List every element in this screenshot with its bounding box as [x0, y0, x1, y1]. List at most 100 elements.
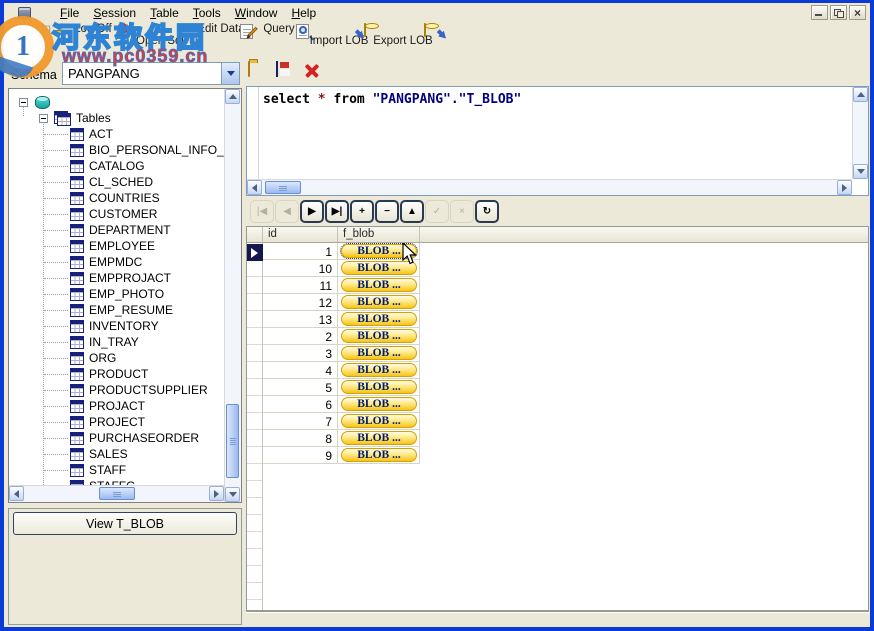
tree-item[interactable]: INVENTORY: [44, 318, 159, 334]
tree-item[interactable]: PRODUCT: [44, 366, 148, 382]
import-lob-button[interactable]: Import LOB: [308, 22, 370, 59]
tree-item[interactable]: IN_TRAY: [44, 334, 139, 350]
blob-button[interactable]: BLOB ...: [341, 312, 417, 326]
nav-delete-button[interactable]: −: [375, 200, 399, 223]
tree-item[interactable]: STAFF: [44, 462, 126, 478]
tree-item-label: INVENTORY: [89, 319, 159, 333]
tree-item[interactable]: PROJECT: [44, 414, 145, 430]
blob-button[interactable]: BLOB ...: [341, 329, 417, 343]
nav-insert-button[interactable]: +: [350, 200, 374, 223]
scrollbar-thumb[interactable]: [265, 181, 301, 194]
blob-button[interactable]: BLOB ...: [341, 363, 417, 377]
scroll-left-button[interactable]: [247, 180, 262, 195]
tree-item[interactable]: STAFFG: [44, 478, 135, 485]
sql-horizontal-scrollbar[interactable]: [247, 179, 852, 195]
grid-row[interactable]: 4BLOB ...: [263, 362, 420, 379]
tree-item[interactable]: EMP_RESUME: [44, 302, 173, 318]
tree-item[interactable]: CATALOG: [44, 158, 145, 174]
tree-item[interactable]: PROJACT: [44, 398, 145, 414]
schema-combo-dropdown-button[interactable]: [221, 63, 239, 84]
tree-horizontal-scrollbar[interactable]: [9, 485, 224, 502]
export-lob-button[interactable]: Export LOB: [372, 22, 434, 59]
blob-button[interactable]: BLOB ...: [341, 380, 417, 394]
sql-vertical-scrollbar[interactable]: [852, 87, 868, 179]
tree-item[interactable]: EMP_PHOTO: [44, 286, 164, 302]
tree-root-node[interactable]: [19, 94, 50, 110]
tree-item[interactable]: COUNTRIES: [44, 190, 160, 206]
nav-first-button[interactable]: |◀: [250, 200, 274, 223]
blob-button[interactable]: BLOB ...: [341, 397, 417, 411]
collapse-icon[interactable]: [19, 98, 28, 107]
grid-row[interactable]: 5BLOB ...: [263, 379, 420, 396]
close-button[interactable]: ×: [849, 5, 866, 20]
nav-prior-button[interactable]: ◀: [275, 200, 299, 223]
sql-editor[interactable]: select * from "PANGPANG"."T_BLOB": [246, 86, 869, 196]
tree-item[interactable]: DEPARTMENT: [44, 222, 171, 238]
open-file-button[interactable]: [248, 62, 268, 82]
blob-button[interactable]: BLOB ...: [341, 431, 417, 445]
scroll-left-button[interactable]: [9, 486, 24, 501]
scroll-down-button[interactable]: [853, 164, 868, 179]
tree-item[interactable]: ORG: [44, 350, 116, 366]
blob-button[interactable]: BLOB ...: [341, 278, 417, 292]
scrollbar-thumb[interactable]: [99, 487, 135, 500]
grid-row[interactable]: 8BLOB ...: [263, 430, 420, 447]
delete-button[interactable]: [303, 62, 323, 82]
scrollbar-thumb[interactable]: [226, 404, 239, 478]
grid-header-f-blob[interactable]: f_blob: [338, 227, 420, 242]
restore-button[interactable]: [830, 5, 847, 20]
scroll-down-button[interactable]: [225, 487, 240, 502]
grid-row[interactable]: 11BLOB ...: [263, 277, 420, 294]
nav-cancel-button[interactable]: ×: [450, 200, 474, 223]
sql-token-table-ref: "PANGPANG"."T_BLOB": [373, 92, 522, 107]
minimize-button[interactable]: [811, 5, 828, 20]
tree-item[interactable]: PRODUCTSUPPLIER: [44, 382, 208, 398]
data-grid: id f_blob 1BLOB ... 10BLOB ... 11BLOB ..…: [246, 226, 869, 611]
scroll-right-button[interactable]: [209, 486, 224, 501]
grid-row[interactable]: 10BLOB ...: [263, 260, 420, 277]
tree-item[interactable]: CUSTOMER: [44, 206, 157, 222]
nav-edit-button[interactable]: ▲: [400, 200, 424, 223]
tree-tables-node[interactable]: Tables: [39, 110, 111, 126]
grid-row[interactable]: 1BLOB ...: [263, 243, 420, 260]
sql-statement: select * from "PANGPANG"."T_BLOB": [263, 92, 521, 107]
blob-button[interactable]: BLOB ...: [341, 448, 417, 462]
blob-button[interactable]: BLOB ...: [341, 295, 417, 309]
tree-item[interactable]: CL_SCHED: [44, 174, 153, 190]
blob-button[interactable]: BLOB ...: [341, 414, 417, 428]
grid-row[interactable]: 2BLOB ...: [263, 328, 420, 345]
grid-row[interactable]: 13BLOB ...: [263, 311, 420, 328]
tree-item[interactable]: PURCHASEORDER: [44, 430, 199, 446]
arrow-down-icon: [229, 492, 237, 497]
database-icon: [35, 96, 50, 109]
view-table-button[interactable]: View T_BLOB: [13, 512, 237, 535]
scroll-up-button[interactable]: [853, 87, 868, 102]
tree-item-label: ACT: [89, 127, 113, 141]
menu-help[interactable]: Help: [284, 5, 323, 21]
tree-item[interactable]: EMPPROJACT: [44, 270, 171, 286]
tree-item[interactable]: EMPLOYEE: [44, 238, 155, 254]
grid-row[interactable]: 6BLOB ...: [263, 396, 420, 413]
blob-button[interactable]: BLOB ...: [341, 346, 417, 360]
query-button[interactable]: Query: [253, 22, 305, 59]
collapse-icon[interactable]: [39, 114, 48, 123]
tree-item[interactable]: EMPMDC: [44, 254, 142, 270]
nav-next-button[interactable]: ▶: [300, 200, 324, 223]
grid-row[interactable]: 3BLOB ...: [263, 345, 420, 362]
tree-item[interactable]: ACT: [44, 126, 113, 142]
grid-row[interactable]: 7BLOB ...: [263, 413, 420, 430]
tree-item[interactable]: SALES: [44, 446, 128, 462]
nav-refresh-button[interactable]: ↻: [475, 200, 499, 223]
scroll-right-button[interactable]: [837, 180, 852, 195]
save-button[interactable]: [276, 62, 296, 82]
tree-item[interactable]: BIO_PERSONAL_INFO_T: [44, 142, 224, 158]
scroll-up-button[interactable]: [225, 89, 240, 104]
execute-button[interactable]: [327, 62, 347, 82]
menu-window[interactable]: Window: [228, 5, 285, 21]
grid-row[interactable]: 9BLOB ...: [263, 447, 420, 464]
grid-header-id[interactable]: id: [263, 227, 338, 242]
nav-last-button[interactable]: ▶|: [325, 200, 349, 223]
tree-vertical-scrollbar[interactable]: [224, 89, 241, 502]
nav-post-button[interactable]: ✓: [425, 200, 449, 223]
grid-row[interactable]: 12BLOB ...: [263, 294, 420, 311]
